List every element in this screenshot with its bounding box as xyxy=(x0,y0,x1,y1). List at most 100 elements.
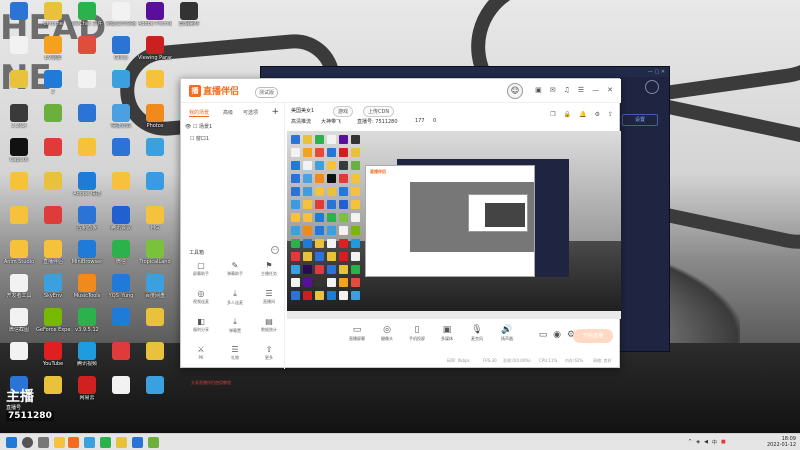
desktop-icon[interactable]: 新建文本文档 xyxy=(104,2,138,27)
background-settings-button[interactable]: 设置 xyxy=(622,114,658,126)
bell-icon[interactable]: 🔔 xyxy=(579,111,586,118)
toolbox-item[interactable]: ✎ 弹幕助手 xyxy=(221,261,249,277)
desktop-icon[interactable]: 快捷方式 xyxy=(104,104,138,129)
app-tray-icon[interactable]: ■ xyxy=(721,439,726,446)
stream-preview[interactable]: 直播伴侣 xyxy=(287,131,621,319)
desktop-icon[interactable]: WeChat 文件 xyxy=(70,2,104,27)
desktop-icon[interactable]: EV录屏 xyxy=(36,36,70,61)
desktop-icon[interactable] xyxy=(36,138,70,157)
tab-my-scenes[interactable]: 我的场景 xyxy=(189,109,210,117)
desktop-icon[interactable] xyxy=(70,104,104,123)
desktop-icon[interactable]: 控制面板 xyxy=(70,206,104,231)
toolbox-item[interactable]: ◧ 福利分享 xyxy=(187,317,215,333)
lock-icon[interactable]: 🔒 xyxy=(564,111,571,118)
mascot-icon[interactable]: ☺ xyxy=(507,83,523,99)
desktop-icon[interactable] xyxy=(2,172,36,191)
desktop-icon[interactable] xyxy=(36,104,70,123)
tab-options[interactable]: 可选项 xyxy=(243,109,258,116)
toolbox-item[interactable]: ⚑ 主播任务 xyxy=(255,261,283,277)
desktop-icon[interactable]: MG xyxy=(138,206,172,231)
add-scene-button[interactable]: + xyxy=(271,107,279,117)
desktop-icon[interactable] xyxy=(138,376,172,395)
desktop-icon[interactable]: 剪辑素材 xyxy=(172,2,206,27)
source-control[interactable]: 🎙 麦克风 xyxy=(463,325,491,342)
app-taskbar-icon[interactable] xyxy=(148,437,159,448)
desktop-icon[interactable] xyxy=(36,206,70,225)
toolbox-item[interactable]: ⇧ 更多 xyxy=(255,345,283,361)
desktop-icon[interactable]: Gilles xyxy=(104,36,138,61)
desktop-icon[interactable] xyxy=(2,70,36,89)
message-icon[interactable]: ✉ xyxy=(550,86,556,94)
cdn-button[interactable]: 上传CDN xyxy=(363,106,395,117)
desktop-icon[interactable]: GeForce Experience xyxy=(36,308,70,333)
toolbox-item[interactable]: ⤓ 多人连麦 xyxy=(221,289,249,306)
quality-field[interactable]: 高清推流 xyxy=(291,118,311,125)
version-badge[interactable]: 测试版 xyxy=(255,87,279,98)
desktop-icon[interactable]: MusicTools xyxy=(70,274,104,299)
desktop-icon[interactable] xyxy=(2,206,36,225)
desktop-icon[interactable]: MiniBrowser xyxy=(70,240,104,265)
source-control[interactable]: ◎ 摄像头 xyxy=(373,325,401,342)
tab-advanced[interactable]: 高级 xyxy=(223,109,233,116)
desktop-icon[interactable]: 微信 xyxy=(104,240,138,265)
share-icon[interactable]: ⇪ xyxy=(608,111,613,118)
desktop-icon[interactable] xyxy=(138,172,172,191)
settings-icon[interactable]: ⚙ xyxy=(595,111,600,118)
toolbox-item[interactable]: ▢ 屏幕助手 xyxy=(187,261,215,277)
toolbox-item[interactable]: ▤ 数据统计 xyxy=(255,317,283,333)
desktop-icon[interactable] xyxy=(2,342,36,361)
app-taskbar-icon[interactable] xyxy=(132,437,143,448)
menu-icon[interactable]: ☰ xyxy=(578,86,584,94)
file-explorer-icon[interactable] xyxy=(54,437,65,448)
desktop-icon[interactable]: 2.2(1) xyxy=(2,104,36,129)
gift-icon[interactable]: ▣ xyxy=(535,86,542,94)
desktop-icon[interactable] xyxy=(138,308,172,327)
volume-icon[interactable]: ◀ xyxy=(704,439,708,446)
desktop-icon[interactable] xyxy=(104,138,138,157)
source-control[interactable]: ▭ 直播屏幕 xyxy=(343,325,371,342)
desktop-icon[interactable]: 网易云 xyxy=(70,376,104,401)
windows-start-icon[interactable] xyxy=(6,437,17,448)
app-titlebar[interactable]: 播 直播伴侣 测试版 ☺ ▣ ✉ ♫ ☰ — ✕ xyxy=(181,79,621,103)
desktop-icon[interactable] xyxy=(2,2,36,21)
desktop-icon[interactable]: 百度网盘 xyxy=(138,274,172,299)
desktop-icon[interactable]: Adobe 快捷 xyxy=(70,172,104,197)
desktop-icon[interactable] xyxy=(2,36,36,55)
wechat-taskbar-icon[interactable] xyxy=(100,437,111,448)
toolbox-more-button[interactable]: ⋯ xyxy=(271,246,279,254)
desktop-icon[interactable] xyxy=(138,138,172,157)
source-control[interactable]: ▯ 手机投屏 xyxy=(403,325,431,342)
desktop-icon[interactable] xyxy=(104,342,138,361)
desktop-icon[interactable]: 腾讯视频 xyxy=(70,342,104,367)
desktop-icon[interactable]: SkyEnv xyxy=(36,274,70,299)
desktop-icon[interactable]: v3.9.5.12 xyxy=(70,308,104,333)
desktop-icon[interactable]: Chrome xyxy=(36,2,70,27)
desktop-icon[interactable] xyxy=(104,70,138,89)
desktop-icon[interactable]: 开发者工具 xyxy=(2,274,36,299)
desktop-icon[interactable] xyxy=(104,376,138,395)
desktop-icon[interactable] xyxy=(104,172,138,191)
toolbox-item[interactable]: ☰ 礼物 xyxy=(221,345,249,361)
source-control[interactable]: 🔊 扬声器 xyxy=(493,325,521,342)
desktop-icon[interactable]: 腾讯会议 xyxy=(104,206,138,231)
task-view-icon[interactable] xyxy=(38,437,49,448)
scene-item[interactable]: 👁 ☐ 场景1 xyxy=(185,123,212,130)
live-companion-window[interactable]: 播 直播伴侣 测试版 ☺ ▣ ✉ ♫ ☰ — ✕ 我的场景 高级 可选项 + 👁… xyxy=(180,78,621,385)
tag-field[interactable]: 大神带飞 xyxy=(321,118,341,125)
source-control[interactable]: ▣ 多媒体 xyxy=(433,325,461,342)
category-pill[interactable]: 游戏 xyxy=(333,106,354,117)
start-live-button[interactable]: 开始直播 xyxy=(573,329,613,343)
avatar-icon[interactable] xyxy=(645,80,659,94)
minimize-icon[interactable]: — xyxy=(592,86,599,94)
chevron-up-icon[interactable]: ^ xyxy=(688,439,692,446)
desktop-icon[interactable] xyxy=(138,342,172,361)
room-title[interactable]: 美国美女1 xyxy=(291,107,314,114)
desktop-icon[interactable]: YQS_Yung xyxy=(104,274,138,299)
folder-taskbar-icon[interactable] xyxy=(116,437,127,448)
bell-icon[interactable]: ♫ xyxy=(564,86,570,94)
desktop-icon[interactable]: TropicalLand xyxy=(138,240,172,265)
copy-icon[interactable]: ❐ xyxy=(550,111,555,118)
desktop-icon[interactable]: Adobe Premiere xyxy=(138,2,172,27)
window-controls-icon[interactable]: — ▢ ✕ xyxy=(648,69,665,75)
scene-item[interactable]: ☐ 窗口1 xyxy=(185,135,209,142)
